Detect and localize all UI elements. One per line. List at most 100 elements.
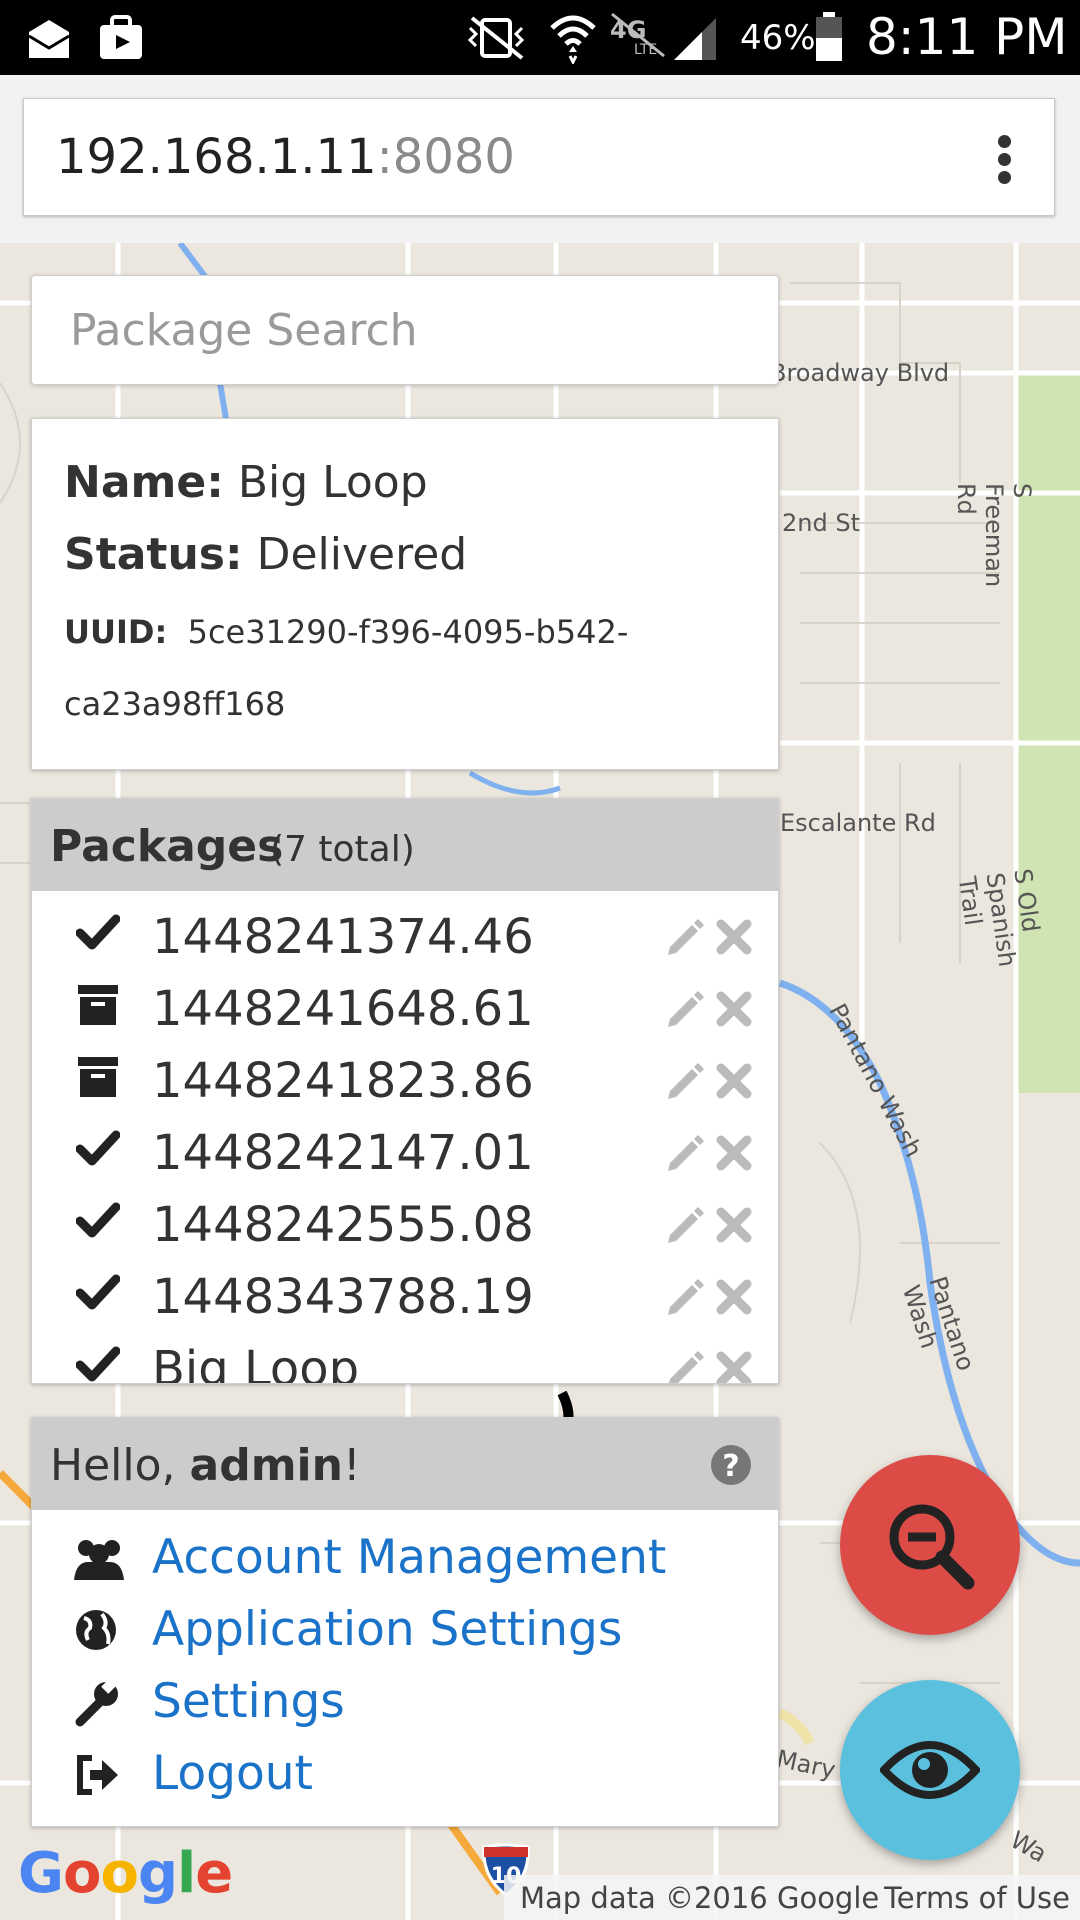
package-name[interactable]: 1448241374.46 [152,909,534,965]
archive-icon [78,1057,118,1097]
svg-text:4G: 4G [610,16,646,44]
pencil-icon[interactable] [664,1133,704,1173]
map-attribution-bar: Map data ©2016 Google Terms of Use [504,1875,1080,1920]
globe-icon [76,1610,116,1650]
menu-item-application-settings[interactable]: Application Settings [32,1596,778,1666]
greeting: Hello, admin! [50,1440,361,1491]
package-row[interactable]: Big Loop [32,1335,778,1384]
vibrate-mute-icon [467,16,525,60]
package-row[interactable]: 1448242555.08 [32,1191,778,1263]
status-bar: 4G LTE 46% 8:11 PM [0,0,1080,75]
package-row[interactable]: 1448242147.01 [32,1119,778,1191]
user-panel: Hello, admin! ? Account Management Applic… [31,1417,779,1827]
name-label: Name: [64,457,224,508]
menu-item-logout[interactable]: Logout [32,1740,778,1810]
name-value: Big Loop [237,457,428,508]
check-icon [76,1274,120,1310]
check-icon [76,1202,120,1238]
mail-icon [28,20,70,58]
clock: 8:11 PM [866,8,1068,66]
map-attribution: Map data ©2016 Google [520,1881,880,1915]
close-icon[interactable] [716,919,752,955]
sign-out-icon [77,1755,118,1795]
address-bar[interactable]: 192.168.1.11:8080 [23,98,1055,216]
menu-item-label[interactable]: Account Management [152,1530,666,1585]
info-status: Status: Delivered [64,529,467,580]
package-search-input[interactable] [31,275,779,385]
package-name[interactable]: 1448343788.19 [152,1269,534,1325]
close-icon[interactable] [716,1351,752,1384]
package-row[interactable]: 1448241823.86 [32,1047,778,1119]
close-icon[interactable] [716,1207,752,1243]
packages-header: Packages (7 total) [32,799,778,891]
check-icon [76,914,120,950]
view-button[interactable] [840,1680,1020,1860]
status-label: Status: [64,529,243,580]
google-logo: Google [18,1841,233,1906]
more-vert-icon[interactable] [998,135,1014,185]
battery-percent: 46% [740,18,816,58]
close-icon[interactable] [716,1279,752,1315]
packages-count: (7 total) [270,829,415,870]
url-host: 192.168.1.11 [56,129,377,185]
map-label: 2nd St [782,509,860,537]
package-info-panel: Name: Big Loop Status: Delivered UUID: 5… [31,418,779,770]
check-icon [76,1346,120,1382]
info-name: Name: Big Loop [64,457,428,508]
package-name[interactable]: 1448241648.61 [152,981,534,1037]
pencil-icon[interactable] [664,1205,704,1245]
status-value: Delivered [256,529,468,580]
archive-icon [78,985,118,1025]
package-row[interactable]: 1448343788.19 [32,1263,778,1335]
wrench-icon [75,1680,118,1727]
4g-lte-icon: 4G LTE [610,12,665,58]
map-label: Escalante Rd [780,809,936,837]
check-icon [76,1130,120,1166]
close-icon[interactable] [716,1135,752,1171]
uuid-label: UUID: [64,613,168,651]
svg-text:LTE: LTE [634,42,657,58]
close-icon[interactable] [716,1063,752,1099]
battery-icon [816,12,842,61]
help-icon[interactable]: ? [710,1444,752,1486]
package-row[interactable]: 1448241374.46 [32,903,778,975]
greeting-prefix: Hello, [50,1440,190,1491]
package-name[interactable]: Big Loop [152,1341,359,1383]
close-icon[interactable] [716,991,752,1027]
eye-icon [880,1741,980,1799]
signal-icon [674,18,716,60]
users-icon [74,1540,124,1580]
package-row[interactable]: 1448241648.61 [32,975,778,1047]
svg-text:?: ? [722,1449,739,1484]
package-name[interactable]: 1448242147.01 [152,1125,534,1181]
store-icon [100,15,142,59]
package-name[interactable]: 1448241823.86 [152,1053,534,1109]
menu-item-label[interactable]: Application Settings [152,1602,622,1657]
info-uuid: UUID: 5ce31290-f396-4095-b542- [64,613,628,651]
browser-toolbar: 192.168.1.11:8080 [0,75,1080,243]
pencil-icon[interactable] [664,1277,704,1317]
wifi-icon [550,15,596,64]
url-text[interactable]: 192.168.1.11:8080 [56,129,515,185]
url-port: :8080 [376,129,515,185]
terms-of-use-link[interactable]: Terms of Use [884,1881,1070,1915]
menu-item-account-management[interactable]: Account Management [32,1524,778,1594]
username: admin [189,1440,343,1491]
packages-title: Packages [50,821,284,872]
menu-item-label[interactable]: Settings [152,1674,345,1729]
pencil-icon[interactable] [664,917,704,957]
user-header: Hello, admin! ? [32,1418,778,1510]
menu-item-settings[interactable]: Settings [32,1668,778,1738]
zoom-out-button[interactable] [840,1455,1020,1635]
pencil-icon[interactable] [664,1349,704,1384]
greeting-suffix: ! [342,1440,361,1491]
packages-panel: Packages (7 total) 1448241374.46 14482416… [31,798,779,1384]
package-name[interactable]: 1448242555.08 [152,1197,534,1253]
zoom-out-icon [889,1504,975,1590]
menu-item-label[interactable]: Logout [152,1746,313,1801]
map-label: S Old Spanish Trail [952,867,1045,969]
pencil-icon[interactable] [664,1061,704,1101]
map-label: S Freeman Rd [952,483,1036,588]
pencil-icon[interactable] [664,989,704,1029]
map-label: Broadway Blvd [770,359,950,387]
